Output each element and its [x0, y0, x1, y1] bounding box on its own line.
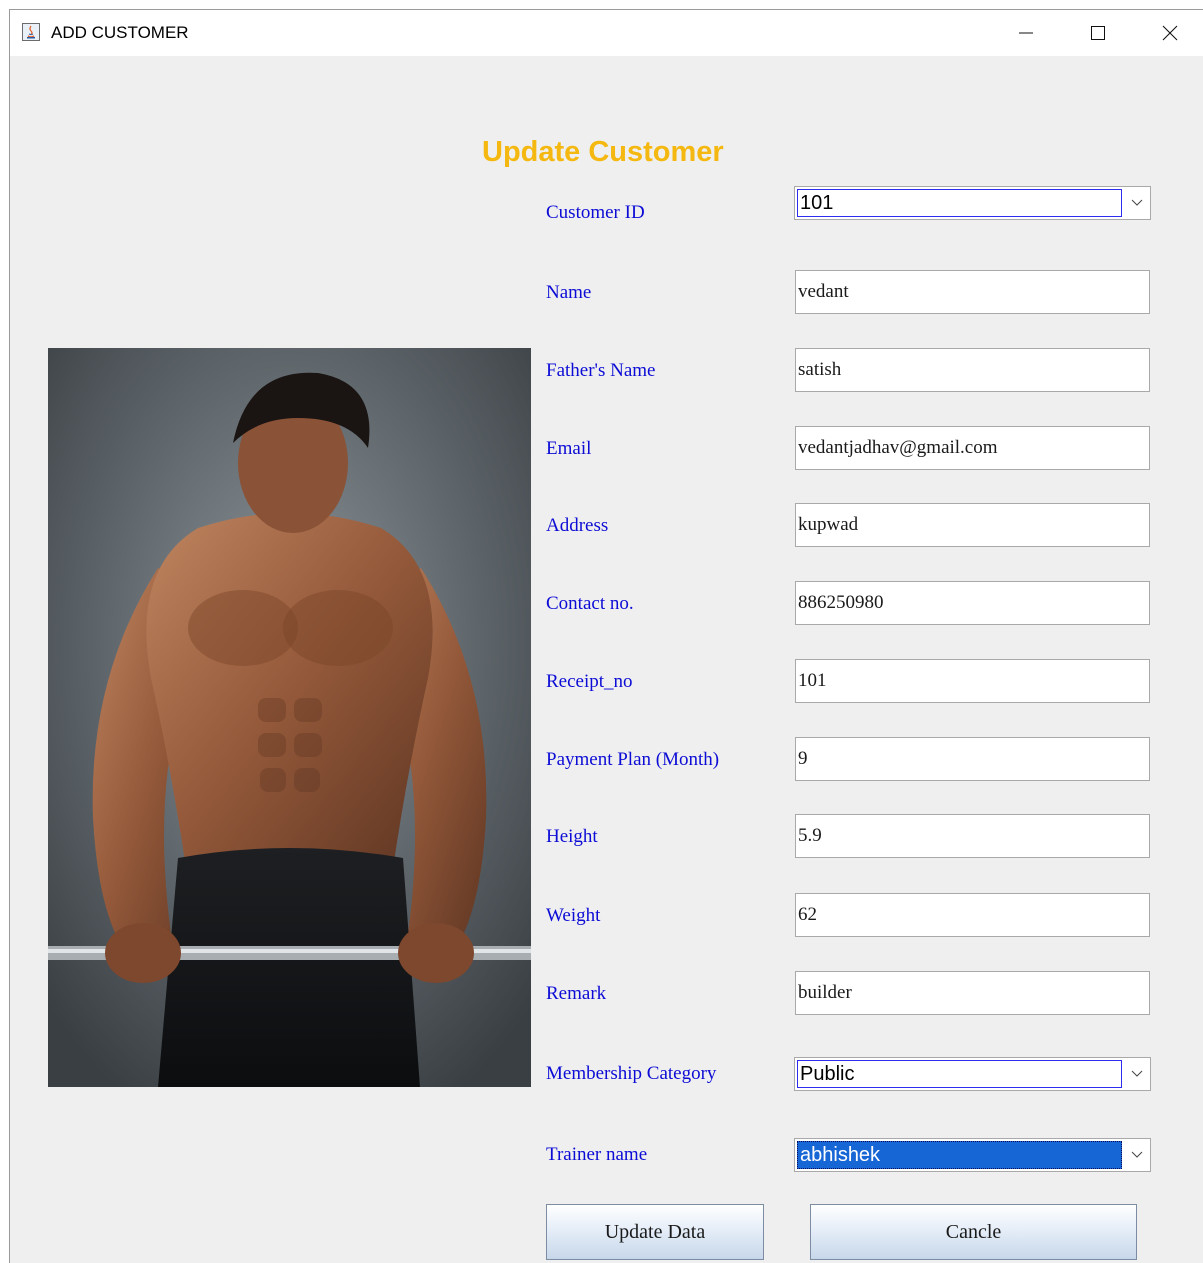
- membership-category-value: Public: [797, 1060, 1122, 1088]
- weight-label: Weight: [546, 905, 601, 926]
- remark-label: Remark: [546, 983, 607, 1004]
- height-label: Height: [546, 826, 598, 847]
- name-label: Name: [546, 282, 592, 303]
- java-icon: [22, 23, 40, 41]
- trainer-name-combo[interactable]: abhishek: [794, 1138, 1151, 1172]
- receipt-label: Receipt_no: [546, 671, 633, 692]
- minimize-button[interactable]: [991, 10, 1061, 56]
- trainer-name-value: abhishek: [797, 1141, 1122, 1169]
- chevron-down-icon: [1131, 1070, 1143, 1077]
- fathers-name-label: Father's Name: [546, 360, 656, 381]
- membership-category-label: Membership Category: [546, 1063, 717, 1084]
- customer-id-dropdown-button[interactable]: [1124, 187, 1150, 219]
- minimize-icon: [1019, 32, 1033, 34]
- close-button[interactable]: [1135, 10, 1203, 56]
- window-title: ADD CUSTOMER: [51, 23, 189, 42]
- add-customer-window: ADD CUSTOMER Update Customer Customer ID…: [9, 9, 1203, 1263]
- membership-category-dropdown-button[interactable]: [1124, 1058, 1150, 1090]
- receipt-field[interactable]: 101: [795, 659, 1150, 703]
- form-panel: Update Customer Customer ID 101 Name ved…: [10, 56, 1203, 1263]
- email-label: Email: [546, 438, 592, 459]
- email-field[interactable]: vedantjadhav@gmail.com: [795, 426, 1150, 470]
- customer-id-combo[interactable]: 101: [794, 186, 1151, 220]
- update-data-button[interactable]: Update Data: [546, 1204, 764, 1260]
- weight-field[interactable]: 62: [795, 893, 1150, 937]
- address-field[interactable]: kupwad: [795, 503, 1150, 547]
- trainer-name-dropdown-button[interactable]: [1124, 1139, 1150, 1171]
- title-bar[interactable]: ADD CUSTOMER: [10, 10, 1203, 56]
- chevron-down-icon: [1131, 199, 1143, 206]
- customer-id-value: 101: [797, 189, 1122, 217]
- contact-field[interactable]: 886250980: [795, 581, 1150, 625]
- chevron-down-icon: [1131, 1151, 1143, 1158]
- name-field[interactable]: vedant: [795, 270, 1150, 314]
- membership-category-combo[interactable]: Public: [794, 1057, 1151, 1091]
- cancel-button[interactable]: Cancle: [810, 1204, 1137, 1260]
- contact-label: Contact no.: [546, 593, 634, 614]
- fathers-name-field[interactable]: satish: [795, 348, 1150, 392]
- close-icon: [1162, 25, 1178, 41]
- payment-plan-label: Payment Plan (Month): [546, 749, 720, 770]
- height-field[interactable]: 5.9: [795, 814, 1150, 858]
- customer-id-label: Customer ID: [546, 202, 645, 223]
- remark-field[interactable]: builder: [795, 971, 1150, 1015]
- address-label: Address: [546, 515, 609, 536]
- payment-plan-field[interactable]: 9: [795, 737, 1150, 781]
- page-title: Update Customer: [482, 136, 724, 168]
- maximize-button[interactable]: [1063, 10, 1133, 56]
- trainer-name-label: Trainer name: [546, 1144, 648, 1165]
- fitness-photo: [48, 348, 531, 1087]
- maximize-icon: [1091, 26, 1105, 40]
